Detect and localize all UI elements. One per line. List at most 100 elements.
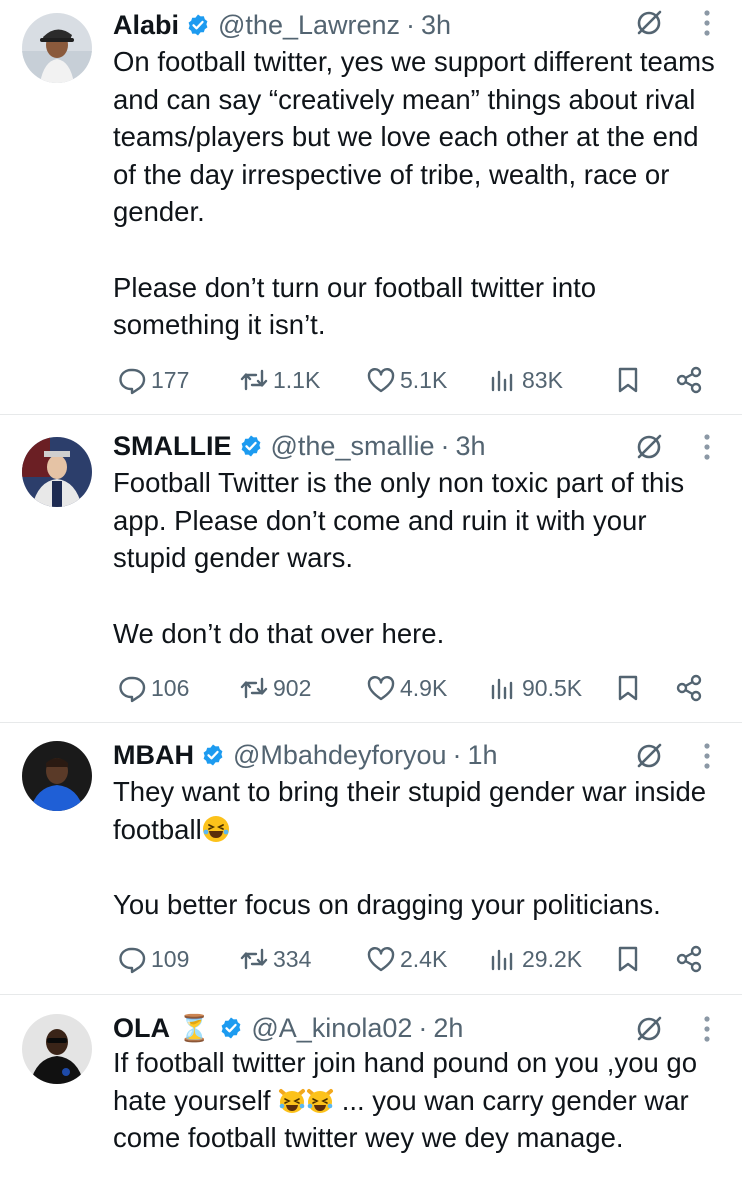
views-button[interactable]: 83K [488,360,563,400]
views-button[interactable]: 90.5K [488,668,582,708]
divider [0,722,742,723]
like-icon [367,947,395,972]
verified-badge-icon [219,1016,243,1040]
views-icon [491,370,513,392]
reply-button[interactable]: 106 [117,668,189,708]
tweet-header: Alabi @the_Lawrenz · 3h [113,3,451,47]
avatar[interactable] [22,1014,92,1084]
bookmark-icon[interactable] [613,944,643,974]
like-button[interactable]: 4.9K [366,668,447,708]
repost-icon [240,677,268,699]
more-options-icon[interactable] [697,6,717,40]
repost-icon [240,369,268,391]
user-handle[interactable]: @Mbahdeyforyou [233,740,447,771]
user-handle[interactable]: @the_Lawrenz [218,10,400,41]
tweet-paragraph: You better focus on dragging your politi… [113,889,661,920]
views-button[interactable]: 29.2K [488,939,582,979]
avatar[interactable] [22,437,92,507]
tweet[interactable]: MBAH @Mbahdeyforyou · 1h They want to br… [0,733,742,995]
views-icon [491,678,513,700]
tweet-text: They want to bring their stupid gender w… [113,773,723,924]
like-button[interactable]: 2.4K [366,939,447,979]
tweet-paragraph: Please don’t turn our football twitter i… [113,271,597,341]
separator-dot: · [418,1012,428,1043]
share-icon[interactable] [674,944,704,974]
tweet-text: Football Twitter is the only non toxic p… [113,464,723,652]
tweet-paragraph: We don’t do that over here. [113,617,445,649]
tweet-actions: 106 902 4.9K 90.5K [113,668,713,708]
tweet-actions: 109 334 2.4K 29.2K [113,939,713,979]
reply-count: 106 [151,674,190,701]
reply-button[interactable]: 177 [117,360,189,400]
tweet-actions: 177 1.1K 5.1K 83K [113,360,713,400]
separator-dot: · [440,430,450,461]
share-icon[interactable] [674,365,704,395]
crying-laughing-cat-emoji-icon [278,1086,306,1114]
timestamp[interactable]: 2h [433,1013,463,1044]
tweet-text: On football twitter, yes we support diff… [113,43,723,344]
like-count: 4.9K [400,674,448,701]
tweet-paragraph: If football twitter join hand pound on y… [113,1044,723,1157]
repost-count: 1.1K [273,366,321,393]
tweet-paragraph: On football twitter, yes we support diff… [113,46,715,227]
avatar[interactable] [22,741,92,811]
laughing-emoji-icon [202,815,230,843]
reply-icon [119,676,146,703]
hourglass-emoji: ⏳ [178,1012,211,1043]
more-options-icon[interactable] [697,739,717,773]
user-handle[interactable]: @A_kinola02 [251,1013,412,1044]
share-icon[interactable] [674,673,704,703]
views-icon [491,949,513,971]
tweet-text: If football twitter join hand pound on y… [113,1044,723,1157]
display-name[interactable]: Alabi [113,10,179,41]
separator-dot: · [452,739,462,770]
timestamp[interactable]: 3h [455,431,485,462]
view-count: 83K [522,366,563,393]
grok-icon[interactable] [634,8,664,38]
more-options-icon[interactable] [697,1012,717,1046]
like-count: 5.1K [400,366,448,393]
repost-button[interactable]: 1.1K [239,360,320,400]
grok-icon[interactable] [634,1014,664,1044]
reply-button[interactable]: 109 [117,939,189,979]
timestamp[interactable]: 1h [468,740,498,771]
reply-count: 109 [151,945,190,972]
divider [0,994,742,995]
crying-laughing-cat-emoji-icon [306,1086,334,1114]
reply-count: 177 [151,366,190,393]
tweet-header: MBAH @Mbahdeyforyou · 1h [113,733,498,777]
tweet-paragraph: Football Twitter is the only non toxic p… [113,467,685,573]
avatar[interactable] [22,13,92,83]
bookmark-icon[interactable] [613,365,643,395]
like-button[interactable]: 5.1K [366,360,447,400]
reply-icon [119,947,146,974]
like-icon [367,368,395,393]
view-count: 90.5K [522,674,583,701]
like-icon [367,676,395,701]
display-name[interactable]: OLA [113,1013,170,1044]
repost-button[interactable]: 902 [239,668,311,708]
user-handle[interactable]: @the_smallie [271,431,435,462]
tweet-paragraph: They want to bring their stupid gender w… [113,773,723,848]
repost-button[interactable]: 334 [239,939,311,979]
repost-count: 902 [273,674,312,701]
tweet-header: SMALLIE @the_smallie · 3h [113,424,486,468]
display-name[interactable]: SMALLIE [113,431,232,462]
tweet[interactable]: Alabi @the_Lawrenz · 3h On football twit… [0,0,742,414]
bookmark-icon[interactable] [613,673,643,703]
divider [0,414,742,415]
repost-icon [240,948,268,970]
verified-badge-icon [239,434,263,458]
grok-icon[interactable] [634,741,664,771]
like-count: 2.4K [400,945,448,972]
more-options-icon[interactable] [697,430,717,464]
repost-count: 334 [273,945,312,972]
view-count: 29.2K [522,945,583,972]
tweet[interactable]: SMALLIE @the_smallie · 3h Football Twitt… [0,424,742,722]
timestamp[interactable]: 3h [421,10,451,41]
grok-icon[interactable] [634,432,664,462]
verified-badge-icon [186,13,210,37]
display-name[interactable]: MBAH [113,740,194,771]
verified-badge-icon [201,743,225,767]
tweet[interactable]: OLA ⏳ @A_kinola02 · 2h If football twitt… [0,1006,742,1200]
